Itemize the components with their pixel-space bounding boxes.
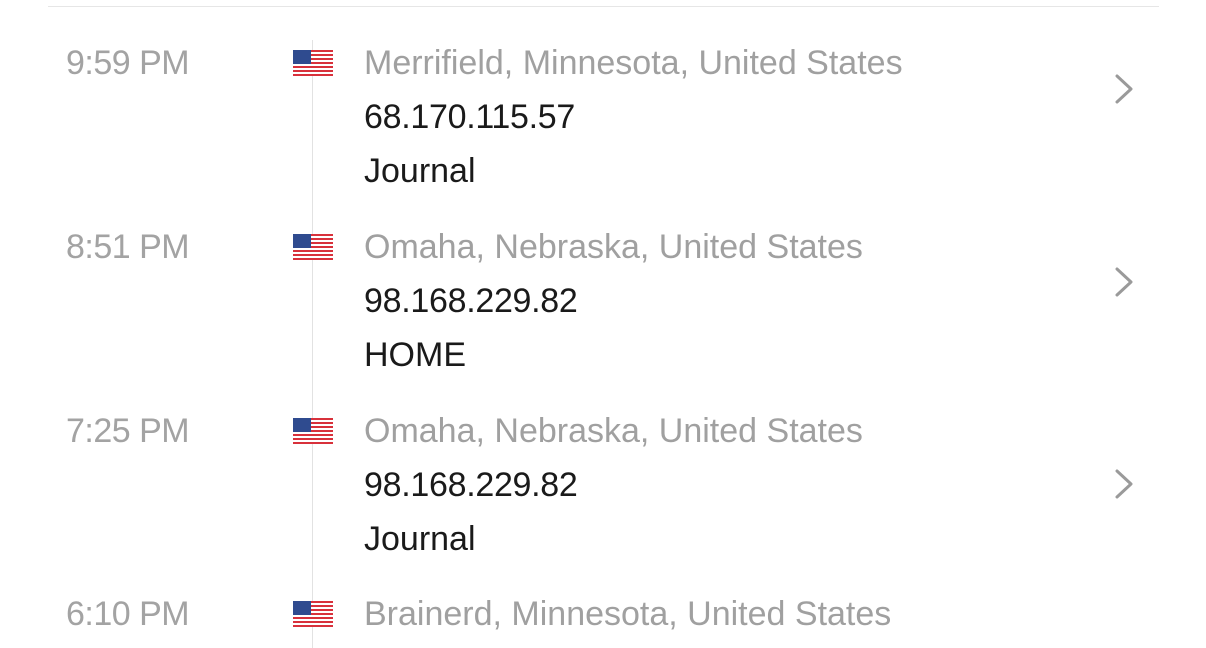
us-flag-icon bbox=[293, 50, 333, 76]
session-location: Merrifield, Minnesota, United States bbox=[364, 44, 903, 82]
session-label: Journal bbox=[364, 520, 476, 558]
chevron-right-icon[interactable] bbox=[1112, 267, 1138, 297]
session-label: Journal bbox=[364, 152, 476, 190]
us-flag-icon bbox=[293, 418, 333, 444]
session-ip: 98.168.229.82 bbox=[364, 282, 578, 320]
session-time: 9:59 PM bbox=[66, 44, 190, 82]
session-row[interactable]: 7:25 PM Omaha, Nebraska, United States 9… bbox=[0, 411, 1206, 595]
session-ip: 98.168.229.82 bbox=[364, 466, 578, 504]
session-location: Omaha, Nebraska, United States bbox=[364, 228, 863, 266]
top-divider bbox=[48, 6, 1159, 7]
session-label: HOME bbox=[364, 336, 466, 374]
session-location: Brainerd, Minnesota, United States bbox=[364, 595, 892, 633]
session-row[interactable]: 9:59 PM Merrifield, Minnesota, United St… bbox=[0, 43, 1206, 227]
session-time: 7:25 PM bbox=[66, 412, 190, 450]
session-location: Omaha, Nebraska, United States bbox=[364, 412, 863, 450]
us-flag-icon bbox=[293, 601, 333, 627]
session-row[interactable]: 8:51 PM Omaha, Nebraska, United States 9… bbox=[0, 227, 1206, 411]
session-ip: 68.170.115.57 bbox=[364, 98, 576, 136]
session-time: 6:10 PM bbox=[66, 595, 190, 633]
chevron-right-icon[interactable] bbox=[1112, 74, 1138, 104]
chevron-right-icon[interactable] bbox=[1112, 469, 1138, 499]
session-time: 8:51 PM bbox=[66, 228, 190, 266]
session-row[interactable]: 6:10 PM Brainerd, Minnesota, United Stat… bbox=[0, 594, 1206, 648]
us-flag-icon bbox=[293, 234, 333, 260]
